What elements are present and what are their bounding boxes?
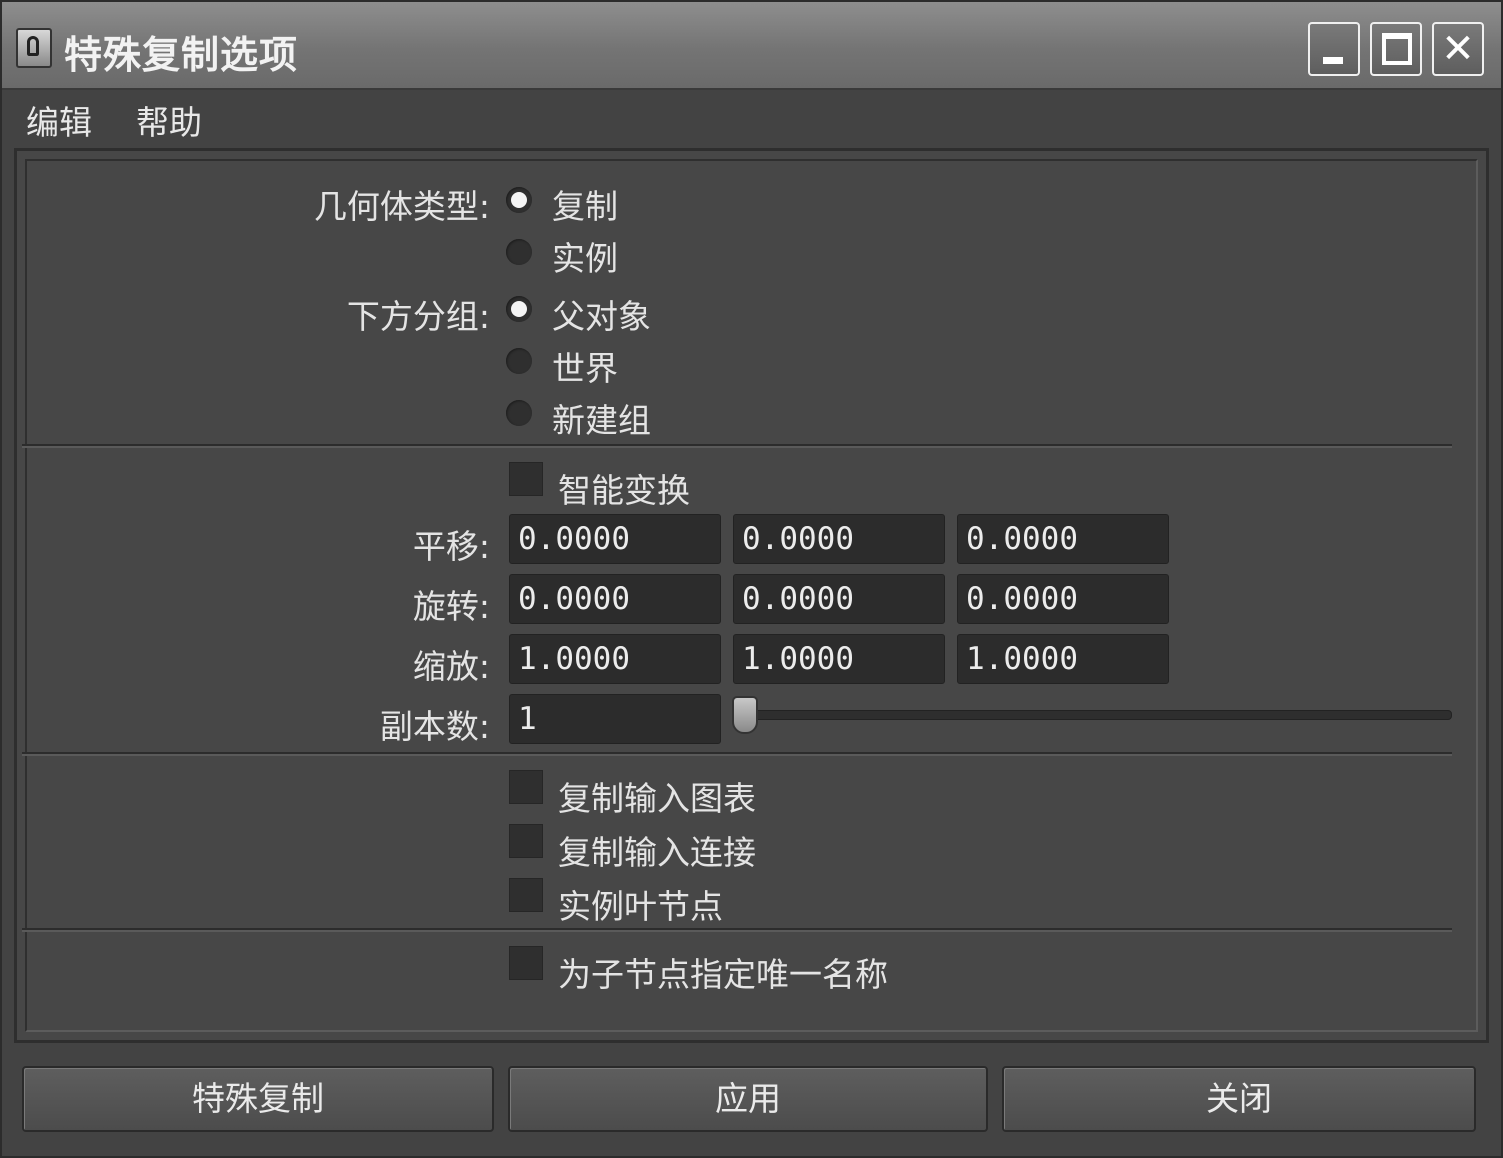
divider (22, 444, 1452, 448)
app-icon (16, 28, 52, 68)
radio-group-parent-label[interactable]: 父对象 (552, 290, 651, 338)
scale-z-field[interactable]: 1.0000 (957, 634, 1169, 684)
translate-label: 平移: (412, 527, 490, 566)
rotate-label: 旋转: (412, 587, 490, 626)
rotate-z-field[interactable]: 0.0000 (957, 574, 1169, 624)
menu-help[interactable]: 帮助 (136, 96, 202, 144)
divider (22, 752, 1452, 756)
close-button[interactable]: 关闭 (1002, 1066, 1476, 1132)
duplicate-input-connections-checkbox[interactable] (509, 824, 543, 858)
radio-geometry-instance-label[interactable]: 实例 (552, 232, 618, 280)
instance-leaf-nodes-checkbox[interactable] (509, 878, 543, 912)
radio-geometry-copy[interactable] (506, 187, 532, 213)
menu-edit[interactable]: 编辑 (26, 96, 92, 144)
group-under-label: 下方分组: (346, 297, 490, 336)
scale-y-field[interactable]: 1.0000 (733, 634, 945, 684)
duplicate-special-button[interactable]: 特殊复制 (22, 1066, 494, 1132)
radio-group-new-group-label[interactable]: 新建组 (552, 394, 651, 442)
translate-z-field[interactable]: 0.0000 (957, 514, 1169, 564)
title-bar[interactable]: 特殊复制选项 ✕ (2, 2, 1501, 90)
copies-slider-handle[interactable] (732, 696, 758, 734)
instance-leaf-nodes-label[interactable]: 实例叶节点 (558, 880, 723, 928)
maximize-icon (1382, 33, 1412, 65)
radio-group-world-label[interactable]: 世界 (552, 342, 618, 390)
radio-geometry-copy-label[interactable]: 复制 (552, 180, 618, 228)
divider (22, 928, 1452, 932)
duplicate-input-graph-label[interactable]: 复制输入图表 (558, 772, 756, 820)
maximize-button[interactable] (1370, 22, 1422, 76)
scale-x-field[interactable]: 1.0000 (509, 634, 721, 684)
close-icon: ✕ (1441, 26, 1475, 72)
duplicate-input-connections-label[interactable]: 复制输入连接 (558, 826, 756, 874)
window-title: 特殊复制选项 (64, 33, 299, 77)
translate-y-field[interactable]: 0.0000 (733, 514, 945, 564)
duplicate-special-options-window: 特殊复制选项 ✕ 编辑 帮助 几何体类型: 复制 实例 下方分组: 父对象 世界… (0, 0, 1503, 1158)
translate-x-field[interactable]: 0.0000 (509, 514, 721, 564)
radio-group-new-group[interactable] (506, 400, 532, 426)
minimize-button[interactable] (1308, 22, 1360, 76)
menu-bar: 编辑 帮助 (2, 90, 1501, 144)
radio-group-world[interactable] (506, 348, 532, 374)
copies-slider-track[interactable] (734, 710, 1452, 720)
copies-field[interactable]: 1 (509, 694, 721, 744)
minimize-icon (1323, 57, 1343, 64)
unique-child-names-checkbox[interactable] (509, 946, 543, 980)
apply-button[interactable]: 应用 (508, 1066, 988, 1132)
radio-group-parent[interactable] (506, 296, 532, 322)
smart-transform-label[interactable]: 智能变换 (558, 464, 690, 512)
radio-geometry-instance[interactable] (506, 239, 532, 265)
close-window-button[interactable]: ✕ (1432, 22, 1484, 76)
duplicate-input-graph-checkbox[interactable] (509, 770, 543, 804)
rotate-y-field[interactable]: 0.0000 (733, 574, 945, 624)
copies-label: 副本数: (379, 707, 490, 746)
scale-label: 缩放: (412, 647, 490, 686)
unique-child-names-label[interactable]: 为子节点指定唯一名称 (558, 948, 888, 996)
rotate-x-field[interactable]: 0.0000 (509, 574, 721, 624)
geometry-type-label: 几何体类型: (313, 187, 490, 226)
smart-transform-checkbox[interactable] (509, 462, 543, 496)
